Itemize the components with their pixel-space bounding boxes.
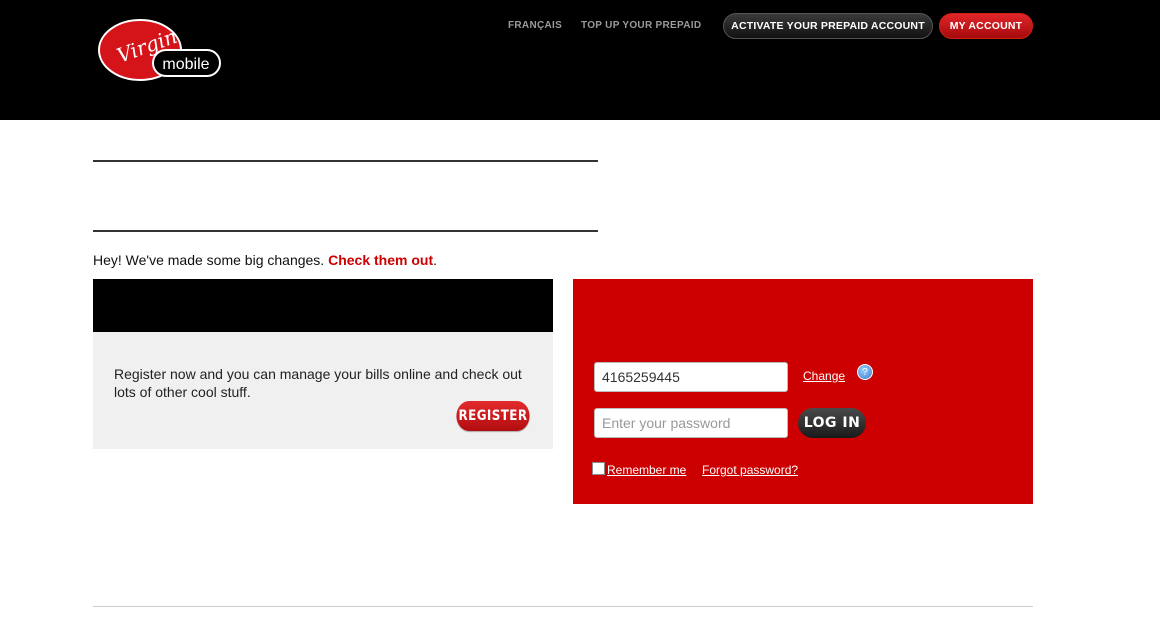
- activate-prepaid-button[interactable]: ACTIVATE YOUR PREPAID ACCOUNT: [723, 13, 933, 39]
- notice-text: Hey! We've made some big changes.: [93, 252, 329, 268]
- remember-me-checkbox[interactable]: [592, 462, 605, 475]
- nav-francais[interactable]: FRANÇAIS: [508, 20, 562, 31]
- notice-period: .: [433, 252, 437, 268]
- password-field[interactable]: [594, 408, 788, 438]
- changes-notice: Hey! We've made some big changes. Check …: [93, 252, 437, 268]
- footer-divider: [93, 606, 1033, 607]
- login-button[interactable]: LOG IN: [798, 408, 866, 438]
- change-number-link[interactable]: Change: [803, 369, 845, 383]
- forgot-password-link[interactable]: Forgot password?: [702, 463, 798, 477]
- divider-bottom: [93, 230, 598, 232]
- site-header: Virgin mobile FRANÇAIS TOP UP YOUR PREPA…: [0, 0, 1160, 120]
- register-panel-header: [93, 279, 553, 332]
- check-them-out-link[interactable]: Check them out: [328, 252, 433, 268]
- register-panel: Register now and you can manage your bil…: [93, 279, 553, 449]
- login-panel: Change ? LOG IN Remember me Forgot passw…: [573, 279, 1033, 504]
- help-icon[interactable]: ?: [857, 364, 873, 380]
- my-account-button[interactable]: MY ACCOUNT: [939, 13, 1033, 39]
- register-button[interactable]: REGISTER: [456, 401, 530, 431]
- logo-mobile-text: mobile: [162, 56, 209, 73]
- register-description: Register now and you can manage your bil…: [114, 366, 522, 400]
- nav-top-up-prepaid[interactable]: TOP UP YOUR PREPAID: [581, 20, 701, 31]
- divider-top: [93, 160, 598, 162]
- remember-me-label[interactable]: Remember me: [607, 463, 686, 477]
- virgin-mobile-logo[interactable]: Virgin mobile: [98, 18, 223, 83]
- phone-number-field[interactable]: [594, 362, 788, 392]
